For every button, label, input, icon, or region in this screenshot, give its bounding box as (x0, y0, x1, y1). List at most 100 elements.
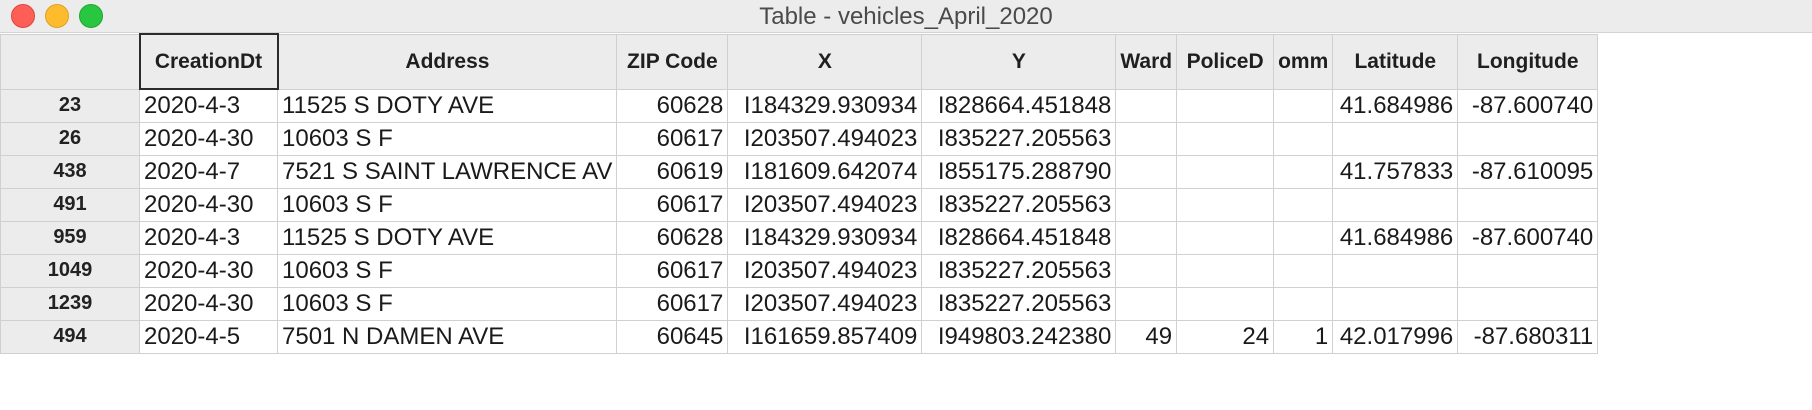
cell-comm[interactable]: 1 (1273, 319, 1334, 354)
cell-address[interactable]: 10603 S F (276, 121, 618, 156)
cell-address[interactable]: 10603 S F (276, 286, 618, 321)
cell-longitude[interactable]: -87.680311 (1457, 319, 1599, 354)
cell-comm[interactable] (1273, 88, 1334, 123)
corner-header[interactable] (0, 33, 140, 90)
cell-policed[interactable] (1176, 286, 1275, 321)
cell-longitude[interactable] (1457, 121, 1599, 156)
cell-x[interactable]: I203507.494023 (727, 121, 923, 156)
cell-latitude[interactable]: 42.017996 (1332, 319, 1459, 354)
row-header[interactable]: 23 (0, 88, 140, 123)
cell-ward[interactable] (1115, 88, 1178, 123)
cell-creationdt[interactable]: 2020-4-30 (139, 121, 278, 156)
cell-y[interactable]: I835227.205563 (921, 121, 1117, 156)
cell-ward[interactable] (1115, 253, 1178, 288)
cell-longitude[interactable]: -87.600740 (1457, 220, 1599, 255)
cell-y[interactable]: I835227.205563 (921, 187, 1117, 222)
row-header[interactable]: 438 (0, 154, 140, 189)
column-header-policed[interactable]: PoliceD (1176, 33, 1275, 90)
cell-policed[interactable] (1176, 121, 1275, 156)
cell-comm[interactable] (1273, 187, 1334, 222)
cell-x[interactable]: I161659.857409 (727, 319, 923, 354)
column-header-comm[interactable]: omm (1273, 33, 1334, 90)
cell-latitude[interactable] (1332, 253, 1459, 288)
cell-ward[interactable] (1115, 286, 1178, 321)
cell-ward[interactable]: 49 (1115, 319, 1178, 354)
cell-zip-code[interactable]: 60628 (616, 88, 729, 123)
title-bar[interactable]: Table - vehicles_April_2020 (0, 0, 1812, 33)
row-header[interactable]: 1239 (0, 286, 140, 321)
column-header-creationdt[interactable]: CreationDt (138, 33, 279, 90)
cell-address[interactable]: 11525 S DOTY AVE (276, 220, 618, 255)
cell-creationdt[interactable]: 2020-4-30 (139, 286, 278, 321)
cell-comm[interactable] (1273, 220, 1334, 255)
cell-y[interactable]: I855175.288790 (921, 154, 1117, 189)
cell-comm[interactable] (1273, 253, 1334, 288)
cell-policed[interactable] (1176, 154, 1275, 189)
row-header[interactable]: 1049 (0, 253, 140, 288)
cell-address[interactable]: 10603 S F (276, 187, 618, 222)
cell-ward[interactable] (1115, 154, 1178, 189)
cell-y[interactable]: I949803.242380 (921, 319, 1117, 354)
cell-y[interactable]: I835227.205563 (921, 253, 1117, 288)
cell-zip-code[interactable]: 60645 (616, 319, 729, 354)
table-row[interactable]: 959 2020-4-3 11525 S DOTY AVE 60628 I184… (0, 220, 1599, 255)
cell-comm[interactable] (1273, 154, 1334, 189)
cell-latitude[interactable] (1332, 121, 1459, 156)
cell-zip-code[interactable]: 60619 (616, 154, 729, 189)
cell-x[interactable]: I203507.494023 (727, 187, 923, 222)
row-header[interactable]: 26 (0, 121, 140, 156)
cell-address[interactable]: 10603 S F (276, 253, 618, 288)
cell-y[interactable]: I828664.451848 (921, 88, 1117, 123)
row-header[interactable]: 494 (0, 319, 140, 354)
cell-ward[interactable] (1115, 121, 1178, 156)
cell-creationdt[interactable]: 2020-4-30 (139, 253, 278, 288)
cell-longitude[interactable]: -87.610095 (1457, 154, 1599, 189)
cell-zip-code[interactable]: 60617 (616, 253, 729, 288)
table-row[interactable]: 491 2020-4-30 10603 S F 60617 I203507.49… (0, 187, 1599, 222)
cell-policed[interactable] (1176, 253, 1275, 288)
cell-creationdt[interactable]: 2020-4-7 (139, 154, 278, 189)
cell-zip-code[interactable]: 60617 (616, 187, 729, 222)
column-header-zip-code[interactable]: ZIP Code (616, 33, 729, 90)
cell-creationdt[interactable]: 2020-4-5 (139, 319, 278, 354)
cell-latitude[interactable] (1332, 286, 1459, 321)
cell-y[interactable]: I835227.205563 (921, 286, 1117, 321)
column-header-x[interactable]: X (727, 33, 923, 90)
column-header-longitude[interactable]: Longitude (1457, 33, 1599, 90)
cell-comm[interactable] (1273, 286, 1334, 321)
column-header-y[interactable]: Y (921, 33, 1117, 90)
cell-longitude[interactable] (1457, 253, 1599, 288)
cell-latitude[interactable]: 41.684986 (1332, 88, 1459, 123)
cell-address[interactable]: 7521 S SAINT LAWRENCE AV (276, 154, 618, 189)
cell-latitude[interactable]: 41.757833 (1332, 154, 1459, 189)
cell-longitude[interactable]: -87.600740 (1457, 88, 1599, 123)
cell-longitude[interactable] (1457, 187, 1599, 222)
cell-x[interactable]: I203507.494023 (727, 286, 923, 321)
column-header-address[interactable]: Address (276, 33, 618, 90)
cell-zip-code[interactable]: 60617 (616, 121, 729, 156)
cell-x[interactable]: I181609.642074 (727, 154, 923, 189)
table-row[interactable]: 494 2020-4-5 7501 N DAMEN AVE 60645 I161… (0, 319, 1599, 354)
cell-creationdt[interactable]: 2020-4-3 (139, 220, 278, 255)
row-header[interactable]: 959 (0, 220, 140, 255)
cell-address[interactable]: 11525 S DOTY AVE (276, 88, 618, 123)
cell-longitude[interactable] (1457, 286, 1599, 321)
cell-latitude[interactable]: 41.684986 (1332, 220, 1459, 255)
cell-policed[interactable] (1176, 88, 1275, 123)
cell-x[interactable]: I184329.930934 (727, 88, 923, 123)
cell-ward[interactable] (1115, 220, 1178, 255)
cell-zip-code[interactable]: 60628 (616, 220, 729, 255)
cell-policed[interactable]: 24 (1176, 319, 1275, 354)
table-row[interactable]: 23 2020-4-3 11525 S DOTY AVE 60628 I1843… (0, 88, 1599, 123)
cell-policed[interactable] (1176, 187, 1275, 222)
cell-x[interactable]: I184329.930934 (727, 220, 923, 255)
cell-y[interactable]: I828664.451848 (921, 220, 1117, 255)
cell-address[interactable]: 7501 N DAMEN AVE (276, 319, 618, 354)
column-header-latitude[interactable]: Latitude (1332, 33, 1459, 90)
row-header[interactable]: 491 (0, 187, 140, 222)
cell-latitude[interactable] (1332, 187, 1459, 222)
cell-x[interactable]: I203507.494023 (727, 253, 923, 288)
column-header-ward[interactable]: Ward (1115, 33, 1178, 90)
table-row[interactable]: 26 2020-4-30 10603 S F 60617 I203507.494… (0, 121, 1599, 156)
cell-policed[interactable] (1176, 220, 1275, 255)
